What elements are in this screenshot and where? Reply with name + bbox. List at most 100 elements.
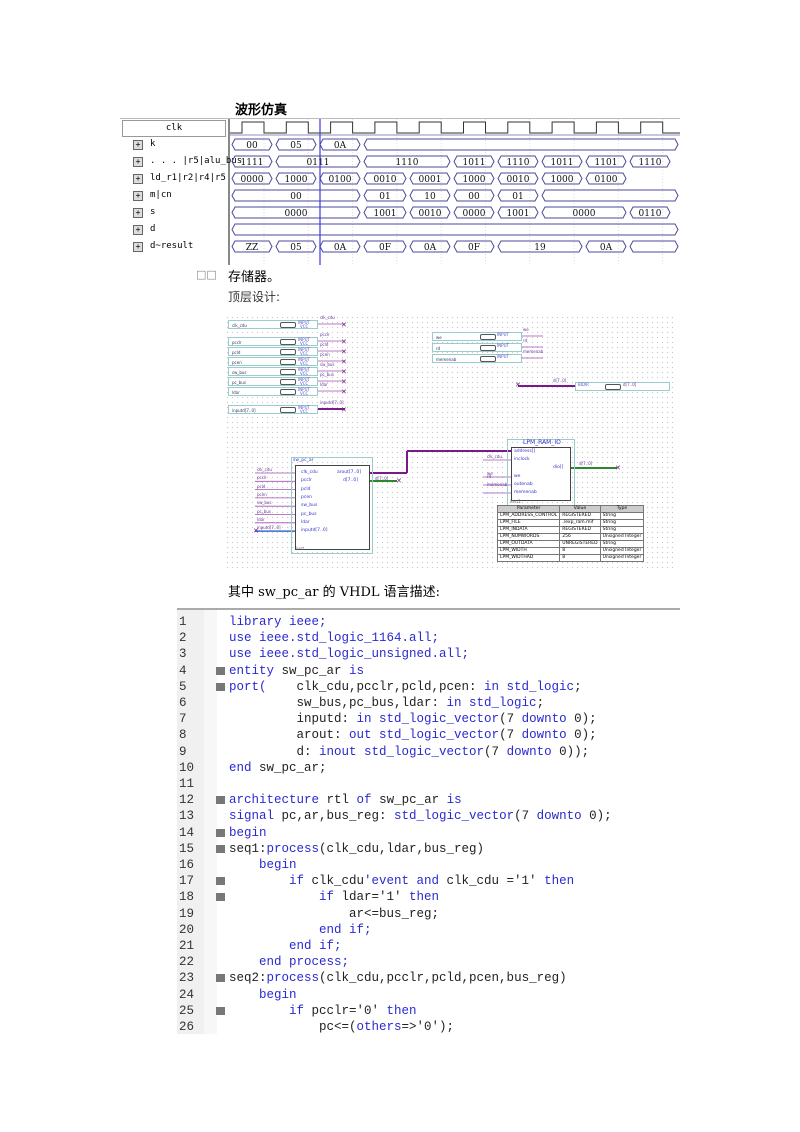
- pin-type-label: INPUT: [497, 343, 509, 348]
- pin-type-label: BIDIR: [578, 382, 589, 387]
- bus-value: 0110: [639, 209, 662, 219]
- code-text: entity sw_pc_ar is: [229, 663, 364, 679]
- param-row: LPM_INDATA REGISTERED String: [496, 526, 645, 534]
- code-text: begin: [229, 857, 297, 873]
- code-keyword: downto: [536, 809, 582, 824]
- line-number: 10: [179, 760, 195, 775]
- block-title: sw_pc_ar: [293, 458, 314, 463]
- signal-row[interactable]: + d: [120, 221, 228, 238]
- param-cell: LPM_FILE: [496, 519, 561, 527]
- signal-clk[interactable]: clk: [122, 120, 226, 137]
- fold-toggle-icon[interactable]: [216, 974, 225, 983]
- expand-icon[interactable]: +: [133, 242, 143, 252]
- net-label: pcclr: [257, 475, 267, 481]
- bus-value: 01: [512, 192, 523, 202]
- fold-toggle-icon[interactable]: [216, 666, 225, 675]
- code-text: arout: out std_logic_vector(7 downto 0);: [229, 727, 597, 743]
- signal-row[interactable]: + ld_r1|r2|r4|r5: [120, 170, 228, 187]
- block-port: pc_bus: [301, 511, 317, 517]
- bus-value: 00: [290, 192, 302, 202]
- fold-toggle-icon[interactable]: [216, 796, 225, 805]
- net-label: pc_bus: [320, 372, 334, 377]
- bus-value: 0000: [285, 209, 308, 219]
- signal-name: d: [150, 224, 156, 234]
- net-label: pcen: [257, 491, 267, 497]
- expand-icon[interactable]: +: [133, 191, 143, 201]
- net-label: clk_cdu: [257, 467, 272, 472]
- pin-symbol: [280, 359, 296, 365]
- code-line: 15 seq1:process(clk_cdu,ldar,bus_reg): [177, 841, 680, 857]
- code-line: 22 end process;: [177, 954, 680, 970]
- code-line: 24 begin: [177, 987, 680, 1003]
- code-token: pcclr='0': [311, 1003, 387, 1018]
- pin-symbol: [280, 369, 296, 375]
- expand-icon[interactable]: +: [133, 225, 143, 235]
- line-number: 14: [179, 825, 195, 840]
- fold-toggle-icon[interactable]: [216, 1006, 225, 1015]
- fold-toggle-icon[interactable]: [216, 682, 225, 691]
- signal-row[interactable]: + d~result: [120, 238, 228, 255]
- pin-vcc-label: VCC: [300, 324, 309, 329]
- code-line: 14 begin: [177, 825, 680, 841]
- code-token: (7: [499, 728, 522, 743]
- pin-vcc-label: VCC: [300, 361, 309, 366]
- code-keyword: in std_logic: [446, 696, 537, 710]
- code-token: ldar='1': [341, 890, 410, 905]
- fold-toggle-icon[interactable]: [216, 844, 225, 853]
- code-keyword: signal: [229, 809, 282, 824]
- bus-value: 0A: [424, 243, 437, 253]
- bus-value: 0000: [463, 209, 486, 219]
- bus-value: 10: [424, 192, 436, 202]
- code-keyword: others: [356, 1020, 402, 1034]
- net-label: we: [523, 327, 529, 332]
- line-number: 11: [179, 777, 195, 791]
- block-port: address[]: [514, 449, 536, 454]
- code-token: (7: [514, 809, 537, 824]
- signal-row[interactable]: + s: [120, 204, 228, 221]
- bus-segment: [541, 189, 679, 202]
- code-token: sw_bus,pc_bus,ldar:: [229, 696, 447, 710]
- fold-toggle-icon[interactable]: [216, 893, 225, 902]
- code-keyword: in std_logic_vector: [356, 712, 500, 727]
- code-token: sw_pc_ar: [379, 793, 447, 808]
- expand-icon[interactable]: +: [133, 140, 143, 150]
- code-editor: 1 library ieee; 2 use ieee.std_logic_1164.a…: [177, 608, 680, 1034]
- code-keyword: inout std_logic_vector: [319, 744, 485, 759]
- pin-vcc-label: VCC: [300, 351, 309, 356]
- no-connect-icon: ✕: [341, 388, 347, 396]
- code-keyword: then: [544, 874, 575, 889]
- code-keyword: process: [266, 971, 320, 986]
- line-number: 18: [179, 890, 195, 905]
- code-text: begin: [229, 987, 297, 1003]
- code-keyword: then: [409, 890, 440, 905]
- waveform-viewer: clk + k +. . . |r5|alu_bus + ld_r1|r2|r4|r5 +…: [120, 118, 680, 265]
- code-text: ar<=bus_reg;: [229, 906, 439, 922]
- signal-row[interactable]: + m|cn: [120, 187, 228, 204]
- code-text: use ieee.std_logic_1164.all;: [229, 630, 439, 646]
- signal-name-panel: clk + k +. . . |r5|alu_bus + ld_r1|r2|r4|r5 +…: [120, 119, 242, 265]
- code-line: 12 architecture rtl of sw_pc_ar is: [177, 792, 680, 808]
- code-keyword: downto: [521, 728, 567, 743]
- code-text: signal pc,ar,bus_reg: std_logic_vector(7…: [229, 808, 612, 824]
- bus-value: 1111: [241, 158, 264, 168]
- pin-symbol: [605, 384, 621, 390]
- signal-row[interactable]: + k: [120, 136, 228, 153]
- param-row: LPM_OUTDATA UNREGISTERED String: [496, 540, 645, 548]
- block-port: sw_bus: [301, 503, 318, 509]
- fold-toggle-icon[interactable]: [216, 828, 225, 837]
- param-cell: LPM_OUTDATA: [496, 540, 561, 548]
- code-line: 3 use ieee.std_logic_unsigned.all;: [177, 646, 680, 662]
- param-cell: 256: [559, 533, 601, 541]
- bus-segment: [629, 240, 679, 253]
- signal-row[interactable]: + . . . |r5|alu_bus: [120, 153, 242, 170]
- code-token: seq2:: [229, 971, 267, 986]
- code-token: (7: [499, 712, 522, 727]
- expand-icon[interactable]: +: [133, 174, 143, 184]
- code-text: seq2:process(clk_cdu,pcclr,pcld,pcen,bus…: [229, 970, 567, 986]
- line-number: 16: [179, 858, 195, 872]
- expand-icon[interactable]: +: [133, 157, 143, 167]
- expand-icon[interactable]: +: [133, 208, 143, 218]
- no-connect-icon: ✕: [341, 321, 347, 329]
- fold-toggle-icon[interactable]: [216, 877, 225, 886]
- no-connect-icon: ✕: [615, 464, 621, 472]
